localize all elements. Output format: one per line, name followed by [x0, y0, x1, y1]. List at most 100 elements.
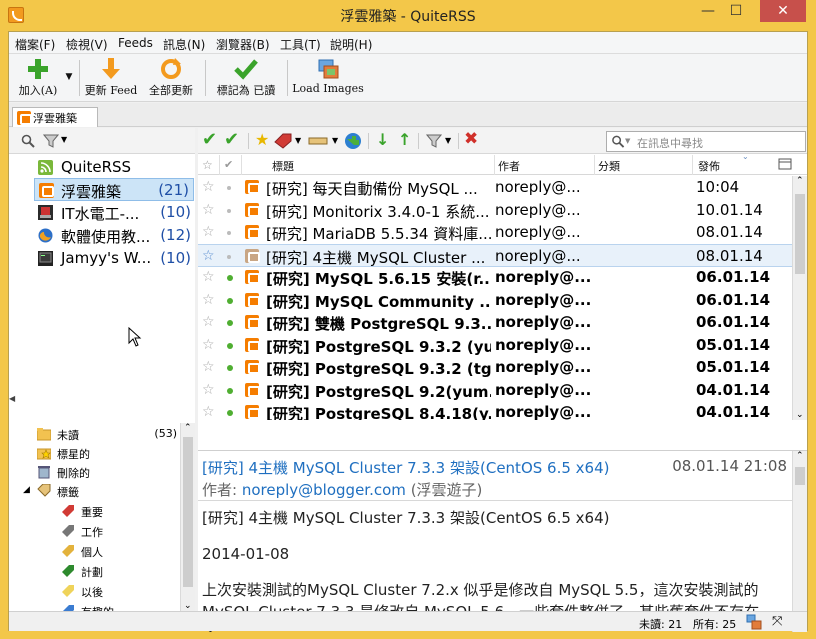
- label-work[interactable]: 工作: [61, 522, 171, 540]
- news-row[interactable]: ☆ [研究] MySQL Community ... noreply@... 06.0…: [198, 289, 792, 312]
- read-status-dot-icon[interactable]: [227, 387, 233, 394]
- read-status-dot-icon[interactable]: [227, 231, 231, 235]
- star-outline-icon[interactable]: ☆: [202, 269, 215, 285]
- label-dropdown-arrow-icon[interactable]: ▼: [295, 136, 301, 145]
- collapse-left-arrow-icon[interactable]: ◀: [9, 394, 15, 403]
- read-status-dot-icon[interactable]: [227, 275, 233, 281]
- news-row[interactable]: ☆ [研究] 4主機 MySQL Cluster ... noreply@... 08…: [198, 243, 792, 267]
- menu-feeds[interactable]: Feeds: [118, 36, 153, 50]
- news-row[interactable]: ☆ [研究] PostgreSQL 8.4.18(y... noreply@... 0…: [198, 401, 792, 420]
- read-status-dot-icon[interactable]: [227, 410, 233, 416]
- news-filter-dropdown-arrow-icon[interactable]: ▼: [445, 136, 451, 145]
- open-browser-icon[interactable]: [344, 132, 362, 150]
- menu-file[interactable]: 檔案(F): [15, 36, 55, 53]
- share-icon[interactable]: [308, 134, 330, 148]
- delete-icon[interactable]: ✖: [464, 129, 478, 149]
- menu-view[interactable]: 檢視(V): [66, 36, 108, 53]
- share-dropdown-arrow-icon[interactable]: ▼: [332, 136, 338, 145]
- read-status-dot-icon[interactable]: [227, 320, 233, 326]
- scroll-up-arrow-icon[interactable]: ⌃: [184, 423, 192, 433]
- label-tag-icon[interactable]: [274, 133, 292, 149]
- menu-tools[interactable]: 工具(T): [280, 36, 321, 53]
- news-row[interactable]: ☆ [研究] PostgreSQL 9.3.2 (yu... noreply@...…: [198, 334, 792, 357]
- read-status-dot-icon[interactable]: [227, 208, 231, 213]
- menu-browser[interactable]: 瀏覽器(B): [216, 36, 270, 53]
- star-outline-icon[interactable]: ☆: [202, 404, 215, 420]
- feed-item-selected[interactable]: 浮雲雅築 (21): [34, 178, 194, 201]
- search-options-arrow-icon[interactable]: ▼: [625, 137, 630, 145]
- star-outline-icon[interactable]: ☆: [202, 292, 215, 308]
- read-status-dot-icon[interactable]: [227, 297, 233, 304]
- label-later[interactable]: 以後: [61, 582, 171, 600]
- read-status-dot-icon[interactable]: [227, 342, 233, 349]
- tab-feed[interactable]: 浮雲雅築: [12, 107, 98, 127]
- star-outline-icon[interactable]: ☆: [202, 382, 215, 398]
- scroll-down-arrow-icon[interactable]: ⌄: [796, 410, 804, 420]
- label-personal[interactable]: 個人: [61, 542, 171, 560]
- star-outline-icon[interactable]: ☆: [202, 314, 215, 330]
- preview-title-link[interactable]: [研究] 4主機 MySQL Cluster 7.3.3 架設(CentOS 6…: [202, 457, 609, 478]
- scroll-up-arrow-icon[interactable]: ⌃: [796, 451, 804, 461]
- category-deleted[interactable]: 刪除的: [37, 463, 177, 481]
- column-category[interactable]: 分類: [598, 158, 620, 174]
- star-outline-icon[interactable]: ☆: [202, 179, 215, 195]
- news-row[interactable]: ☆ [研究] PostgreSQL 9.2(yum... noreply@... 04…: [198, 379, 792, 402]
- category-starred[interactable]: 標星的: [37, 444, 177, 462]
- label-plan[interactable]: 計劃: [61, 562, 171, 580]
- layout-toggle-icon[interactable]: [746, 614, 762, 630]
- star-outline-icon[interactable]: ☆: [202, 248, 215, 264]
- star-column-icon[interactable]: ☆: [202, 158, 213, 172]
- read-status-dot-icon[interactable]: [227, 254, 231, 259]
- maximize-button[interactable]: ☐: [722, 0, 750, 22]
- add-dropdown-arrow-icon[interactable]: ▼: [63, 72, 75, 82]
- scroll-down-arrow-icon[interactable]: ⌄: [184, 601, 192, 611]
- expand-arrow-icon[interactable]: ◢: [23, 485, 30, 495]
- search-icon[interactable]: [21, 134, 35, 148]
- star-outline-icon[interactable]: ☆: [202, 224, 215, 240]
- column-title[interactable]: 標題: [272, 158, 294, 174]
- update-feed-button[interactable]: 更新 Feed: [83, 56, 139, 98]
- preview-scrollbar[interactable]: ⌃: [792, 451, 807, 632]
- column-settings-icon[interactable]: [778, 158, 792, 171]
- star-outline-icon[interactable]: ☆: [202, 359, 215, 375]
- news-row[interactable]: ☆ [研究] MariaDB 5.5.34 資料庫... noreply@... 08…: [198, 221, 792, 244]
- update-all-button[interactable]: 全部更新: [143, 56, 199, 98]
- prev-arrow-up-icon[interactable]: ↑: [398, 130, 411, 149]
- feed-item-quiterss[interactable]: QuiteRSS: [9, 156, 195, 179]
- news-search-input[interactable]: ▼ 在訊息中尋找: [606, 131, 806, 152]
- news-filter-icon[interactable]: [426, 134, 442, 148]
- scrollbar-thumb[interactable]: [183, 437, 193, 587]
- news-scrollbar[interactable]: ⌃ ⌄: [792, 176, 807, 420]
- news-row[interactable]: ☆ [研究] 雙機 PostgreSQL 9.3.... noreply@... 06…: [198, 311, 792, 334]
- categories-scrollbar[interactable]: ⌃ ⌄: [180, 423, 195, 611]
- news-row[interactable]: ☆ [研究] PostgreSQL 9.3.2 (tg... noreply@...…: [198, 356, 792, 379]
- read-status-dot-icon[interactable]: [227, 365, 233, 371]
- news-row[interactable]: ☆ [研究] 每天自動備份 MySQL ... noreply@... 10:04: [198, 176, 792, 199]
- category-unread[interactable]: 未讀 (53): [37, 425, 177, 443]
- news-row[interactable]: ☆ [研究] MySQL 5.6.15 安裝(r... noreply@... 06.…: [198, 266, 792, 289]
- filter-icon[interactable]: [43, 134, 59, 148]
- add-feed-button[interactable]: 加入(A): [13, 56, 63, 98]
- fullscreen-icon[interactable]: ⤧: [772, 614, 782, 629]
- scrollbar-thumb[interactable]: [795, 194, 805, 274]
- feed-item[interactable]: IT水電工-... (10): [9, 201, 195, 224]
- star-outline-icon[interactable]: ☆: [202, 202, 215, 218]
- scroll-up-arrow-icon[interactable]: ⌃: [796, 176, 804, 186]
- next-arrow-down-icon[interactable]: ↓: [376, 130, 389, 149]
- scrollbar-thumb[interactable]: [795, 467, 805, 485]
- category-labels[interactable]: ◢ 標籤: [23, 482, 163, 500]
- read-status-dot-icon[interactable]: [227, 186, 231, 190]
- close-button[interactable]: ✕: [760, 0, 806, 22]
- mark-read-button[interactable]: 標記為 已讀: [209, 56, 283, 98]
- star-icon[interactable]: ★: [255, 130, 269, 149]
- menu-help[interactable]: 說明(H): [330, 36, 372, 53]
- mark-read-icon[interactable]: ✔: [202, 129, 217, 150]
- load-images-button[interactable]: Load Images: [291, 56, 365, 95]
- menu-news[interactable]: 訊息(N): [163, 36, 205, 53]
- minimize-button[interactable]: —: [694, 0, 722, 22]
- star-outline-icon[interactable]: ☆: [202, 337, 215, 353]
- feed-item[interactable]: Jamyy's W... (10): [9, 247, 195, 270]
- filter-dropdown-arrow-icon[interactable]: ▼: [61, 135, 67, 144]
- column-author[interactable]: 作者: [498, 158, 520, 174]
- read-column-icon[interactable]: ✔: [224, 158, 233, 171]
